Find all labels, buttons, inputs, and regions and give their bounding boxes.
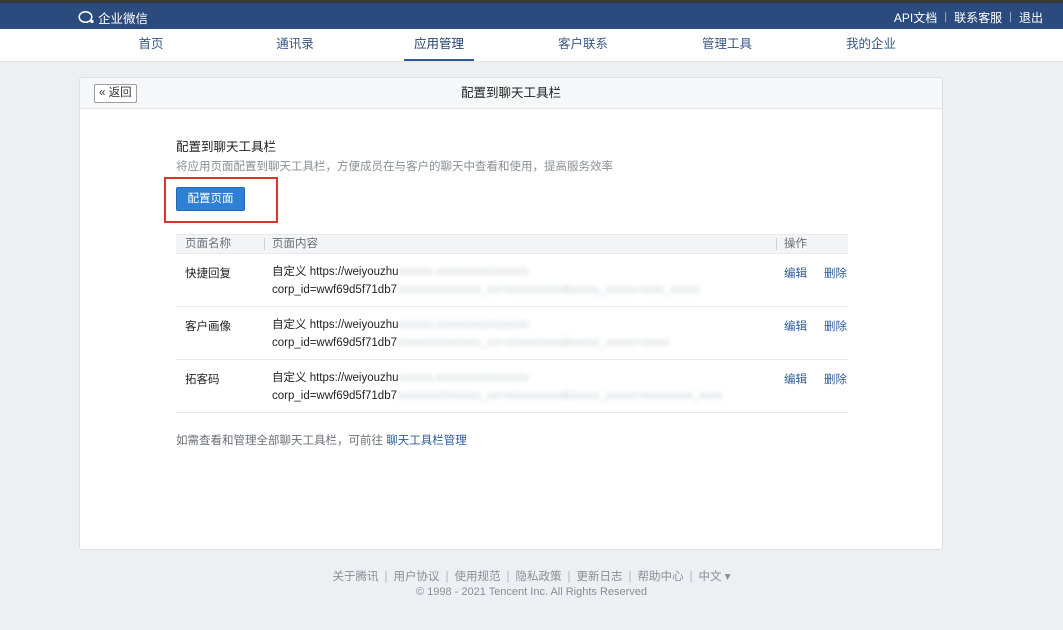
top-bar: 企业微信 API文档 | 联系客服 | 退出: [0, 0, 1063, 29]
separator: |: [944, 11, 948, 23]
back-button[interactable]: « 返回: [94, 84, 137, 103]
blurred-text: xxxxxx.xxxxxxxxx/xxxxx/x: [398, 372, 529, 384]
toolbar-pages-table: 页面名称 页面内容 操作 快捷回复 自定义 https://weiyouzhux…: [176, 234, 848, 413]
footer-link-privacy[interactable]: 隐私政策: [516, 571, 562, 583]
page-content: 自定义 https://weiyouzhuxxxxxx.xxxxxxxxx/xx…: [272, 263, 699, 299]
column-header-actions: 操作: [784, 238, 807, 250]
content-url: 自定义 https://weiyouzhu: [272, 372, 399, 384]
page-title: 配置到聊天工具栏: [460, 86, 561, 100]
logo[interactable]: 企业微信: [78, 7, 148, 27]
table-row: 拓客码 自定义 https://weiyouzhuxxxxxx.xxxxxxxx…: [176, 360, 848, 413]
column-header-page-name: 页面名称: [185, 238, 231, 250]
logo-text: 企业微信: [98, 11, 149, 26]
table-row: 客户画像 自定义 https://weiyouzhuxxxxxx.xxxxxxx…: [176, 307, 848, 360]
main-nav: 首页 通讯录 应用管理 客户联系 管理工具 我的企业: [0, 29, 1063, 62]
main-card: 配置到聊天工具栏 « 返回 配置到聊天工具栏 将应用页面配置到聊天工具栏，方便成…: [79, 77, 943, 550]
configure-page-button[interactable]: 配置页面: [176, 187, 245, 211]
content-corp-id: corp_id=wwf69d5f71db7: [272, 390, 397, 402]
blurred-text: xxxxxxxx/xxxxxx_xx=xxxxxxxxxx&xxxxx_xxxx…: [397, 284, 700, 296]
delete-link[interactable]: 删除: [824, 371, 847, 387]
footer-links: 关于腾讯 | 用户协议 | 使用规范 | 隐私政策 | 更新日志 | 帮助中心 | 中文 ▾: [0, 568, 1063, 584]
content-corp-id: corp_id=wwf69d5f71db7: [272, 284, 397, 296]
section-title: 配置到聊天工具栏: [176, 140, 277, 154]
nav-item-customer-contact[interactable]: 客户联系: [548, 29, 618, 61]
footer-link-usage-rules[interactable]: 使用规范: [455, 571, 501, 583]
separator: |: [628, 571, 632, 583]
separator: |: [567, 571, 571, 583]
table-row: 快捷回复 自定义 https://weiyouzhuxxxxxx.xxxxxxx…: [176, 254, 848, 307]
delete-link[interactable]: 删除: [824, 265, 847, 281]
logout-link[interactable]: 退出: [1019, 9, 1043, 26]
column-divider: [776, 238, 777, 250]
nav-item-contacts[interactable]: 通讯录: [260, 29, 330, 61]
blurred-text: xxxxxx.xxxxxxxxx/xxxxx/x: [398, 319, 529, 331]
table-header: 页面名称 页面内容 操作: [176, 234, 848, 254]
page-name: 客户画像: [185, 321, 231, 333]
separator: |: [689, 571, 693, 583]
language-selector[interactable]: 中文 ▾: [699, 571, 731, 583]
page-name: 拓客码: [185, 374, 220, 386]
delete-link[interactable]: 删除: [824, 318, 847, 334]
content-corp-id: corp_id=wwf69d5f71db7: [272, 337, 397, 349]
footer-link-about[interactable]: 关于腾讯: [333, 571, 379, 583]
footnote: 如需查看和管理全部聊天工具栏，可前往 聊天工具栏管理: [176, 432, 467, 448]
blurred-text: xxxxxxxx/xxxxxx_xx=xxxxxxxxxx&xxxxx_xxxx…: [397, 390, 723, 402]
wecom-logo-icon: [78, 10, 94, 23]
card-header: 配置到聊天工具栏 « 返回: [80, 78, 942, 109]
footer-link-help[interactable]: 帮助中心: [638, 571, 684, 583]
edit-link[interactable]: 编辑: [784, 265, 807, 281]
column-header-page-content: 页面内容: [272, 238, 318, 250]
footnote-text: 如需查看和管理全部聊天工具栏，可前往: [176, 435, 383, 447]
section-description: 将应用页面配置到聊天工具栏，方便成员在与客户的聊天中查看和使用，提高服务效率: [176, 161, 613, 173]
content-url: 自定义 https://weiyouzhu: [272, 266, 399, 278]
separator: |: [445, 571, 449, 583]
edit-link[interactable]: 编辑: [784, 371, 807, 387]
nav-item-app-management[interactable]: 应用管理: [404, 29, 474, 61]
edit-link[interactable]: 编辑: [784, 318, 807, 334]
blurred-text: xxxxxx.xxxxxxxxx/xxxxx/x: [398, 266, 529, 278]
nav-item-management-tools[interactable]: 管理工具: [692, 29, 762, 61]
page-name: 快捷回复: [185, 268, 231, 280]
nav-item-home[interactable]: 首页: [116, 29, 186, 61]
footer-link-changelog[interactable]: 更新日志: [577, 571, 623, 583]
page-content: 自定义 https://weiyouzhuxxxxxx.xxxxxxxxx/xx…: [272, 316, 670, 352]
footer-link-user-agreement[interactable]: 用户协议: [394, 571, 440, 583]
blurred-text: xxxxxxxx/xxxxxx_xx=xxxxxxxxxx&xxxxx_xxxx…: [397, 337, 670, 349]
separator: |: [1009, 11, 1012, 23]
content-url: 自定义 https://weiyouzhu: [272, 319, 399, 331]
contact-support-link[interactable]: 联系客服: [954, 9, 1002, 26]
nav-item-my-company[interactable]: 我的企业: [836, 29, 906, 61]
page-content: 自定义 https://weiyouzhuxxxxxx.xxxxxxxxx/xx…: [272, 369, 722, 405]
separator: |: [506, 571, 510, 583]
top-links: API文档 | 联系客服 | 退出: [894, 7, 1043, 27]
toolbar-management-link[interactable]: 聊天工具栏管理: [386, 435, 467, 447]
column-divider: [264, 238, 265, 250]
copyright: © 1998 - 2021 Tencent Inc. All Rights Re…: [415, 586, 648, 598]
api-docs-link[interactable]: API文档: [894, 9, 937, 26]
separator: |: [384, 571, 388, 583]
